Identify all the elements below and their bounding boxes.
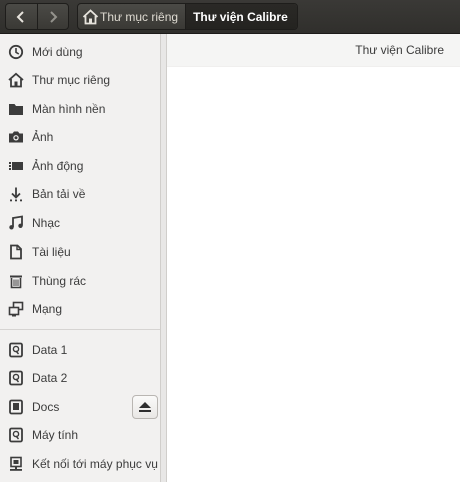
home-icon: [82, 8, 99, 25]
document-icon: [0, 238, 32, 266]
breadcrumb-home[interactable]: Thư mục riêng: [78, 4, 185, 29]
location-header: Thư viện Calibre: [167, 34, 460, 67]
chevron-right-icon: [50, 10, 58, 23]
sidebar-item-label: Ảnh động: [32, 159, 84, 173]
sidebar-item-label: Bản tải về: [32, 187, 86, 201]
sidebar-item-computer[interactable]: Máy tính: [0, 421, 160, 449]
drive-icon: [0, 364, 32, 392]
eject-icon: [139, 402, 151, 412]
sidebar-item-music[interactable]: Nhạc: [0, 209, 160, 237]
clock-icon: [0, 38, 32, 66]
network-icon: [0, 295, 32, 323]
download-icon: [0, 180, 32, 208]
breadcrumb-current-label: Thư viện Calibre: [193, 9, 288, 24]
folder-icon: [0, 95, 32, 123]
drive-icon: [0, 393, 32, 421]
breadcrumb-home-label: Thư mục riêng: [100, 9, 179, 24]
video-icon: [0, 152, 32, 180]
drive-icon: [0, 421, 32, 449]
sidebar-item-label: Máy tính: [32, 428, 79, 442]
sidebar-item-data1[interactable]: Data 1: [0, 336, 160, 364]
sidebar-item-documents[interactable]: Tài liệu: [0, 238, 160, 266]
sidebar-item-connect-server[interactable]: Kết nối tới máy phục vụ: [0, 450, 160, 478]
sidebar-item-label: Thùng rác: [32, 274, 87, 288]
sidebar-item-label: Docs: [32, 400, 60, 414]
sidebar-item-pictures[interactable]: Ảnh: [0, 123, 160, 151]
sidebar-item-label: Kết nối tới máy phục vụ: [32, 457, 158, 471]
sidebar-item-home[interactable]: Thư mục riêng: [0, 66, 160, 94]
pane-divider[interactable]: [160, 34, 167, 482]
sidebar-item-label: Mạng: [32, 302, 63, 316]
chevron-left-icon: [17, 10, 25, 23]
sidebar-item-label: Ảnh: [32, 130, 54, 144]
sidebar-item-downloads[interactable]: Bản tải về: [0, 180, 160, 208]
sidebar-item-label: Thư mục riêng: [32, 73, 111, 87]
sidebar-item-network[interactable]: Mạng: [0, 295, 160, 323]
drive-icon: [0, 336, 32, 364]
sidebar-separator: [0, 329, 160, 330]
location-title: Thư viện Calibre: [355, 43, 444, 57]
sidebar-item-label: Mới dùng: [32, 45, 83, 59]
forward-button[interactable]: [36, 4, 68, 29]
trash-icon: [0, 267, 32, 295]
sidebar: Mới dùng Thư mục riêng Màn hình nền Ảnh …: [0, 34, 160, 482]
sidebar-item-recent[interactable]: Mới dùng: [0, 38, 160, 66]
sidebar-item-desktop[interactable]: Màn hình nền: [0, 95, 160, 123]
back-button[interactable]: [6, 4, 37, 29]
home-icon: [0, 66, 32, 94]
sidebar-item-videos[interactable]: Ảnh động: [0, 152, 160, 180]
sidebar-item-label: Tài liệu: [32, 245, 71, 259]
toolbar: Thư mục riêng Thư viện Calibre: [0, 0, 460, 34]
breadcrumb: Thư mục riêng Thư viện Calibre: [77, 3, 298, 30]
nav-buttons: [5, 3, 69, 30]
sidebar-item-label: Nhạc: [32, 216, 61, 230]
breadcrumb-current[interactable]: Thư viện Calibre: [185, 4, 297, 29]
sidebar-item-data2[interactable]: Data 2: [0, 364, 160, 392]
music-icon: [0, 209, 32, 237]
sidebar-item-label: Data 2: [32, 371, 68, 385]
server-icon: [0, 450, 32, 478]
camera-icon: [0, 123, 32, 151]
file-view[interactable]: Thư viện Calibre: [167, 34, 460, 482]
sidebar-item-label: Data 1: [32, 343, 68, 357]
sidebar-item-trash[interactable]: Thùng rác: [0, 267, 160, 295]
eject-button[interactable]: [132, 395, 158, 419]
sidebar-item-label: Màn hình nền: [32, 102, 106, 116]
